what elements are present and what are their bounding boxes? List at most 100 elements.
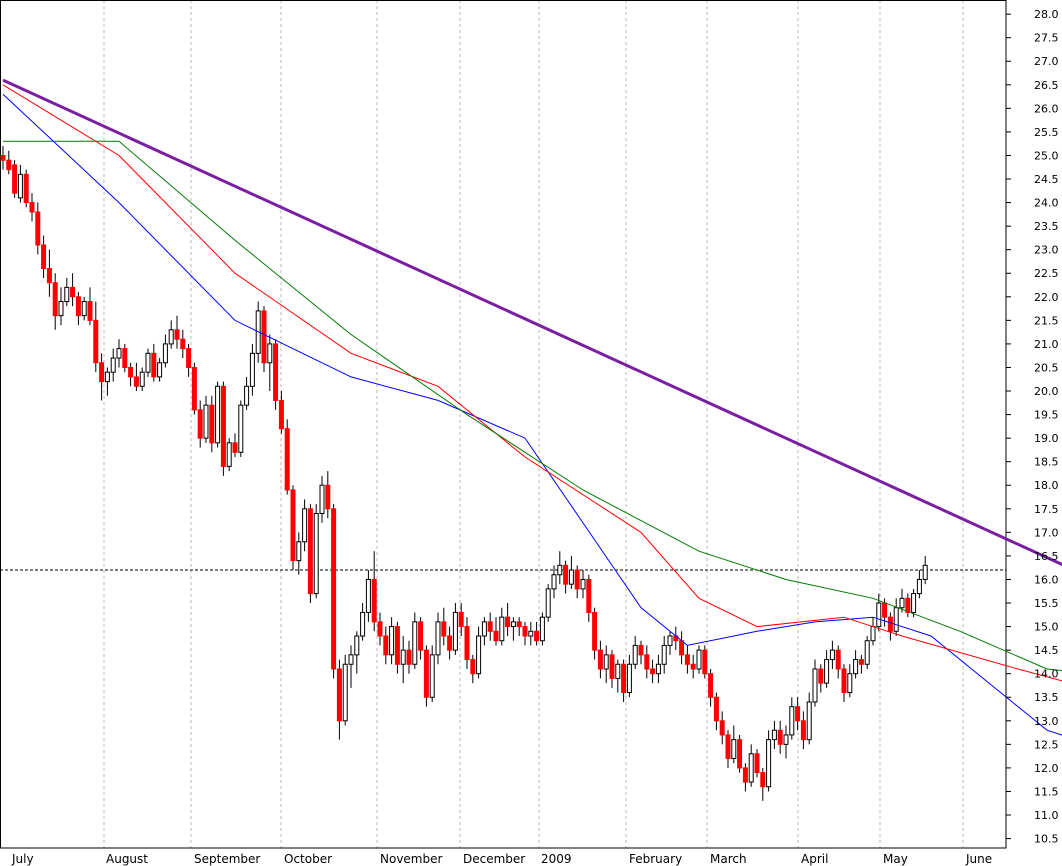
- candle-129: [748, 744, 754, 787]
- y-tick-label-30: 25.5: [1034, 126, 1059, 139]
- candle-114: [661, 636, 667, 674]
- candle-121: [702, 645, 708, 679]
- candle-36: [209, 395, 215, 453]
- candle-90: [522, 621, 528, 646]
- candle-102: [592, 607, 598, 660]
- x-tick-label-0: July: [11, 852, 34, 866]
- y-tick-label-20: 20.5: [1034, 361, 1059, 374]
- candle-125: [725, 730, 731, 768]
- candle-97: [563, 560, 569, 594]
- candle-6: [35, 202, 41, 255]
- candle-91: [528, 621, 534, 646]
- candle-118: [684, 645, 690, 674]
- candle-92: [534, 621, 540, 646]
- y-tick-label-24: 22.5: [1034, 267, 1059, 280]
- candle-59: [342, 654, 348, 726]
- candle-24: [139, 367, 145, 392]
- candle-103: [597, 640, 603, 679]
- x-tick-label-8: March: [710, 852, 747, 866]
- candle-123: [713, 692, 719, 731]
- candle-19: [110, 348, 116, 382]
- candle-115: [667, 631, 673, 655]
- candle-31: [180, 329, 186, 359]
- y-tick-label-28: 24.5: [1034, 173, 1059, 186]
- candle-18: [104, 367, 110, 396]
- y-tick-label-4: 12.5: [1034, 738, 1059, 751]
- candle-32: [186, 343, 192, 377]
- candle-135: [783, 725, 789, 759]
- candle-87: [505, 603, 511, 636]
- y-tick-label-23: 22.0: [1034, 291, 1059, 304]
- candle-65: [377, 612, 383, 646]
- x-tick-label-4: November: [380, 852, 442, 866]
- candle-80: [464, 617, 470, 669]
- candle-66: [383, 626, 389, 665]
- y-tick-label-32: 26.5: [1034, 79, 1059, 92]
- y-tick-label-25: 23.0: [1034, 244, 1059, 257]
- candle-136: [789, 697, 795, 740]
- candle-42: [244, 376, 250, 410]
- candle-76: [441, 607, 447, 646]
- candle-67: [389, 617, 395, 665]
- candle-145: [841, 664, 847, 702]
- y-tick-label-21: 21.0: [1034, 338, 1059, 351]
- candle-150: [870, 617, 876, 646]
- y-tick-label-27: 24.0: [1034, 197, 1059, 210]
- candle-33: [191, 362, 197, 415]
- y-tick-label-8: 14.5: [1034, 644, 1059, 657]
- candle-140: [812, 659, 818, 707]
- candle-100: [580, 570, 586, 599]
- y-tick-label-10: 15.5: [1034, 597, 1059, 610]
- candle-28: [162, 334, 168, 368]
- candle-48: [278, 391, 284, 434]
- moving-average-2: [3, 140, 1062, 672]
- y-axis: 10.5 11.0 11.5 12.0 12.5 13.0 13.5 14.0 14.5 15.0…: [1006, 8, 1059, 846]
- candle-153: [887, 612, 893, 641]
- plot-frame: [0, 0, 1007, 849]
- candle-96: [557, 551, 563, 585]
- candle-56: [325, 471, 331, 519]
- candle-12: [70, 273, 76, 307]
- candle-14: [81, 296, 87, 321]
- candle-50: [290, 485, 296, 571]
- candle-154: [893, 598, 899, 636]
- candle-21: [122, 343, 128, 373]
- candle-39: [226, 438, 232, 472]
- candle-5: [29, 193, 35, 222]
- candle-23: [133, 362, 139, 392]
- candle-105: [609, 650, 615, 688]
- candle-71: [412, 612, 418, 669]
- y-tick-label-12: 16.5: [1034, 550, 1059, 563]
- candle-158: [916, 570, 922, 599]
- candle-35: [203, 395, 209, 443]
- candle-110: [638, 640, 644, 665]
- candle-7: [41, 235, 47, 278]
- candle-113: [655, 654, 661, 684]
- y-tick-label-3: 12.0: [1034, 762, 1059, 775]
- candle-151: [876, 593, 882, 632]
- candle-64: [371, 551, 377, 632]
- candle-70: [406, 640, 412, 674]
- candle-131: [760, 767, 766, 801]
- candle-93: [539, 612, 545, 646]
- y-tick-label-31: 26.0: [1034, 102, 1059, 115]
- y-tick-label-9: 15.0: [1034, 621, 1059, 634]
- candle-61: [354, 631, 360, 674]
- candle-89: [516, 617, 522, 636]
- candle-81: [470, 654, 476, 684]
- y-tick-label-13: 17.0: [1034, 526, 1059, 539]
- x-tick-label-2: September: [194, 852, 260, 866]
- candle-107: [621, 659, 627, 702]
- candle-127: [737, 734, 743, 773]
- moving-average-1: [2, 84, 1062, 682]
- candle-16: [93, 301, 99, 373]
- candle-77: [447, 626, 453, 660]
- candle-78: [452, 603, 458, 655]
- x-tick-label-3: October: [284, 852, 332, 866]
- candle-148: [858, 654, 864, 674]
- y-tick-label-16: 18.5: [1034, 456, 1059, 469]
- candle-143: [829, 640, 835, 669]
- candle-51: [296, 532, 302, 575]
- candle-144: [835, 645, 841, 679]
- candle-73: [423, 645, 429, 707]
